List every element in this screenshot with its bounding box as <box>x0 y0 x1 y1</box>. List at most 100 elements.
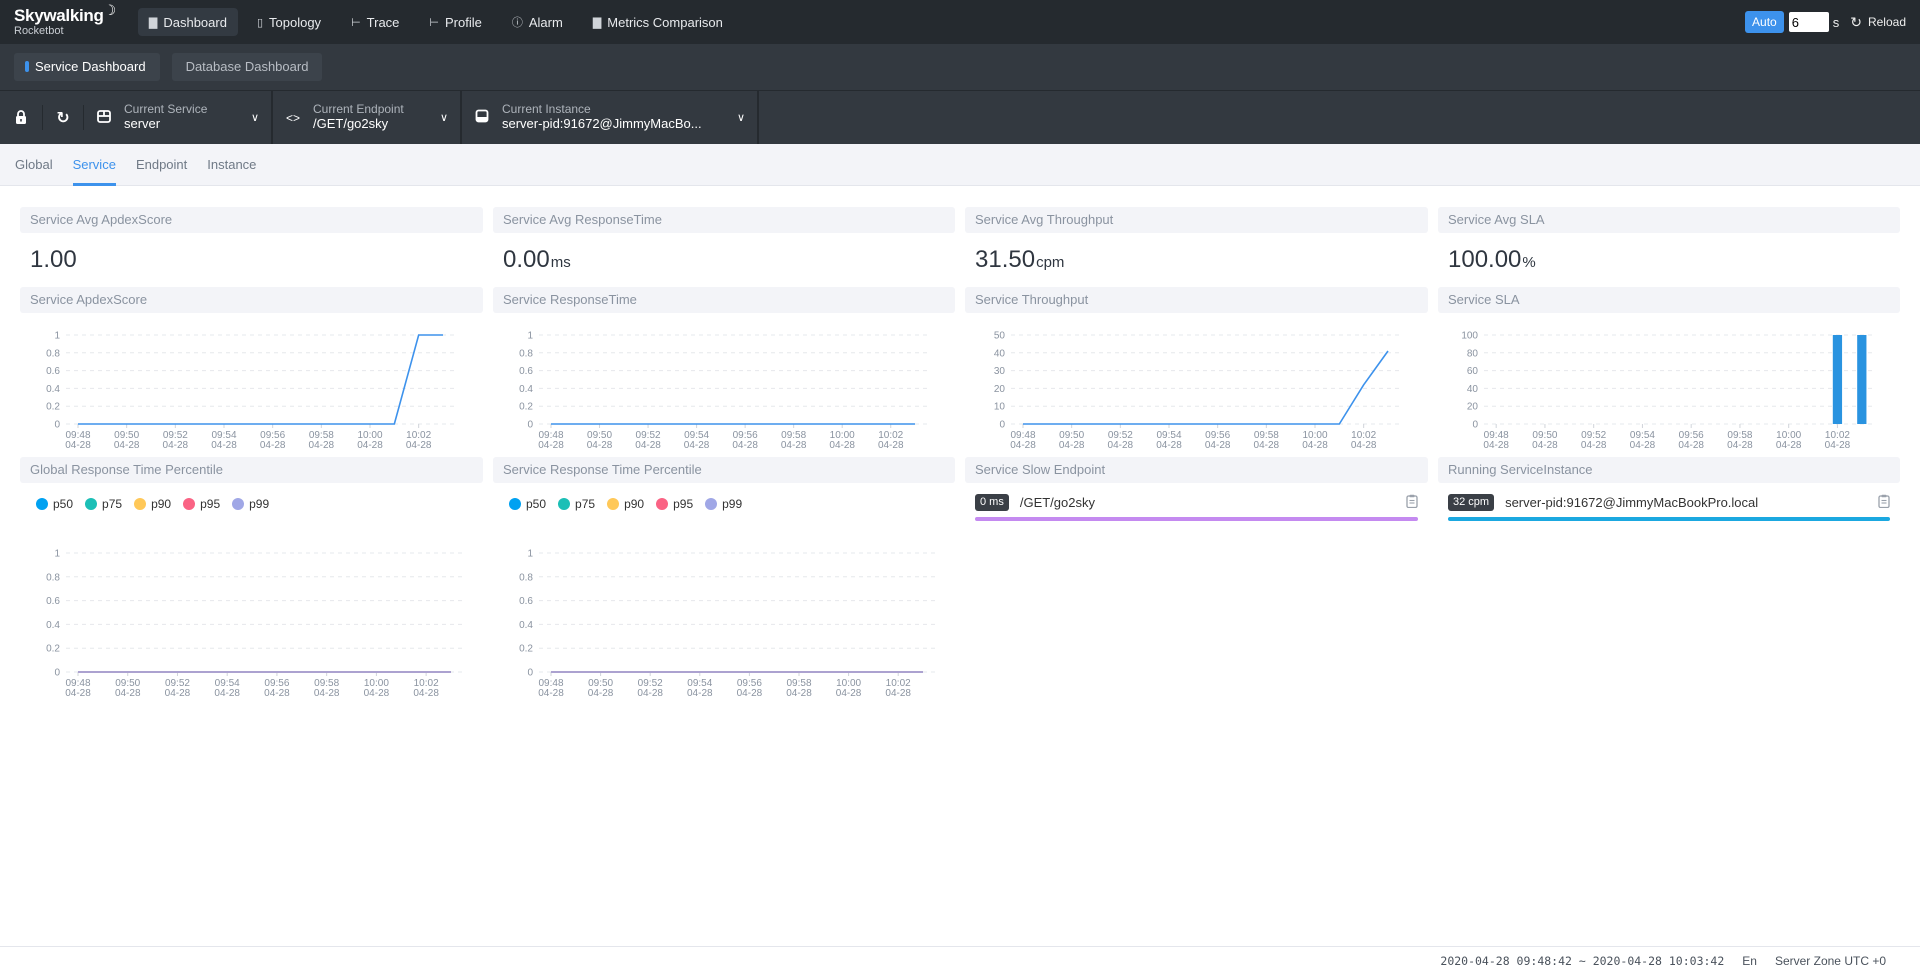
x-tick-sublabel: 04-28 <box>314 688 340 699</box>
code-icon: <> <box>285 110 300 125</box>
bar-10:02[interactable] <box>1832 335 1843 424</box>
card-title: Service Avg ApdexScore <box>20 207 483 233</box>
lock-icon <box>16 110 26 124</box>
metric-value: 31.50cpm <box>975 246 1065 273</box>
endpoint-name: /GET/go2sky <box>1019 495 1095 510</box>
legend-item-p90[interactable]: p90 <box>134 497 171 511</box>
endpoint-selector-value: /GET/go2sky <box>313 115 389 131</box>
clipboard-icon[interactable] <box>1878 494 1890 511</box>
card-title: Service Throughput <box>965 287 1428 313</box>
y-tick-label: 1 <box>54 549 60 560</box>
card-response-time-chart: Service ResponseTime 0 0.2 0.4 0.6 0.8 1 09:48… <box>493 287 955 463</box>
refresh-selectors-button[interactable]: ↻ <box>43 91 83 144</box>
clipboard-icon[interactable] <box>1406 494 1418 511</box>
moon-icon: ☽ <box>103 2 117 18</box>
throughput-chart[interactable]: 0102030405009:4804-2809:5004-2809:5204-2… <box>965 313 1428 458</box>
nav-alarm[interactable]: ⓘ Alarm <box>501 8 574 36</box>
x-tick-sublabel: 04-28 <box>165 688 191 699</box>
reload-button[interactable]: ↻ Reload <box>1850 14 1906 31</box>
time-range[interactable]: 2020-04-28 09:48:42 ~ 2020-04-28 10:03:4… <box>1440 954 1724 968</box>
x-tick-sublabel: 04-28 <box>260 440 286 451</box>
profile-icon: ⊢ <box>429 16 439 29</box>
language-toggle[interactable]: En <box>1742 954 1757 968</box>
y-tick-label: 0.2 <box>46 402 60 413</box>
instance-name: server-pid:91672@JimmyMacBookPro.local <box>1505 495 1759 510</box>
x-tick-sublabel: 04-28 <box>684 440 710 451</box>
instance-selector-value: server-pid:91672@JimmyMacBo... <box>502 115 702 131</box>
apdex-chart[interactable]: 00.20.40.60.8109:4804-2809:5004-2809:520… <box>20 313 483 458</box>
card-avg-apdex: Service Avg ApdexScore 1.00 <box>20 207 483 274</box>
y-tick-label: 0.2 <box>46 644 60 655</box>
instance-selector[interactable]: Current Instance server-pid:91672@JimmyM… <box>462 91 759 144</box>
y-tick-label: 1 <box>527 331 533 342</box>
legend-item-p50[interactable]: p50 <box>36 497 73 511</box>
legend-item-p75[interactable]: p75 <box>558 497 595 511</box>
service-selector[interactable]: Current Service server ∨ <box>84 91 273 144</box>
y-tick-label: 0.4 <box>46 384 60 395</box>
series-line-Throughput[interactable] <box>1023 350 1389 425</box>
nav-dashboard[interactable]: ▇ Dashboard <box>137 8 238 36</box>
tab-database-dashboard[interactable]: Database Dashboard <box>171 53 323 81</box>
tab-endpoint[interactable]: Endpoint <box>136 144 187 185</box>
legend-dot <box>183 498 196 510</box>
tab-service[interactable]: Service <box>72 144 117 186</box>
list-item[interactable]: 0 ms /GET/go2sky <box>975 494 1428 511</box>
y-tick-label: 0.8 <box>519 348 533 359</box>
legend-dot <box>656 498 669 510</box>
x-tick-sublabel: 04-28 <box>538 688 564 699</box>
y-tick-label: 0.6 <box>519 596 533 607</box>
x-tick-sublabel: 04-28 <box>878 440 904 451</box>
x-tick-sublabel: 04-28 <box>885 688 911 699</box>
legend-item-p99[interactable]: p99 <box>705 497 742 511</box>
nav-trace[interactable]: ⊢ Trace <box>340 8 410 36</box>
legend-item-p95[interactable]: p95 <box>183 497 220 511</box>
card-global-percentile: Global Response Time Percentile p50 p75 p9… <box>20 457 483 711</box>
card-service-percentile: Service Response Time Percentile p50 p75 p… <box>493 457 955 711</box>
refresh-interval-input[interactable] <box>1788 12 1829 32</box>
legend-label: p95 <box>200 497 221 511</box>
x-tick-sublabel: 04-28 <box>1776 440 1802 451</box>
x-tick-sublabel: 04-28 <box>1059 440 1085 451</box>
top-nav: Skywalking☽ Rocketbot ▇ Dashboard ▯ Topolo… <box>0 0 1920 44</box>
card-title: Service ResponseTime <box>493 287 955 313</box>
legend-item-p99[interactable]: p99 <box>232 497 269 511</box>
y-tick-label: 30 <box>994 366 1006 377</box>
y-tick-label: 1 <box>54 331 60 342</box>
legend-dot <box>134 498 147 510</box>
y-tick-label: 0.4 <box>519 620 533 631</box>
tab-instance[interactable]: Instance <box>207 144 256 185</box>
nav-label: Topology <box>269 14 322 30</box>
list-item[interactable]: 32 cpm server-pid:91672@JimmyMacBookPro.… <box>1448 494 1900 511</box>
legend-item-p95[interactable]: p95 <box>656 497 693 511</box>
nav-profile[interactable]: ⊢ Profile <box>418 8 492 36</box>
nav-topology[interactable]: ▯ Topology <box>246 8 332 36</box>
nav-metrics-comparison[interactable]: ▇ Metrics Comparison <box>582 8 734 36</box>
legend-item-p90[interactable]: p90 <box>607 497 644 511</box>
card-throughput-chart: Service Throughput 0 10 20 30 40 50 09:48 04-28… <box>965 287 1428 463</box>
endpoint-selector[interactable]: <> Current Endpoint /GET/go2sky ∨ <box>273 91 462 144</box>
endpoint-selector-label: Current Endpoint <box>313 102 404 117</box>
service-percentile-chart[interactable]: 00.20.40.60.8109:4804-2809:5004-2809:520… <box>493 511 955 706</box>
bar-10:03[interactable] <box>1857 335 1867 424</box>
y-tick-label: 20 <box>1467 402 1479 413</box>
y-tick-label: 0.8 <box>46 572 60 583</box>
global-percentile-chart[interactable]: 00.20.40.60.8109:4804-2809:5004-2809:520… <box>20 511 483 706</box>
response-time-chart[interactable]: 00.20.40.60.8109:4804-2809:5004-2809:520… <box>493 313 955 458</box>
legend-item-p75[interactable]: p75 <box>85 497 122 511</box>
x-tick-sublabel: 04-28 <box>587 440 613 451</box>
legend-label: p50 <box>53 497 74 511</box>
y-tick-label: 80 <box>1467 348 1479 359</box>
auto-refresh-button[interactable]: Auto <box>1745 11 1784 33</box>
sla-chart[interactable]: 02040608010009:4804-2809:5004-2809:5204-… <box>1438 313 1900 458</box>
tab-service-dashboard[interactable]: Service Dashboard <box>14 53 160 81</box>
legend-item-p50[interactable]: p50 <box>509 497 546 511</box>
series-line-ApdexScore[interactable] <box>78 334 443 425</box>
lock-button[interactable] <box>0 91 42 144</box>
y-tick-label: 0.4 <box>46 620 60 631</box>
server-zone: Server Zone UTC +0 <box>1774 953 1886 968</box>
nav-label: Trace <box>366 14 400 30</box>
tab-global[interactable]: Global <box>15 144 53 185</box>
x-tick-sublabel: 04-28 <box>637 688 663 699</box>
card-title: Service Response Time Percentile <box>493 457 955 483</box>
logo[interactable]: Skywalking☽ Rocketbot <box>14 3 116 37</box>
